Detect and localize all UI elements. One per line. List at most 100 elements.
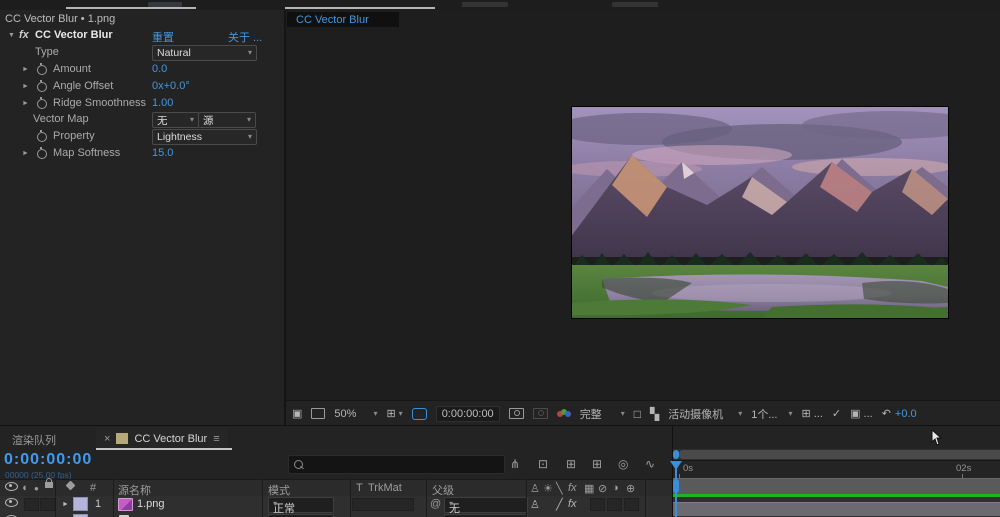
ellipsis: ... [863, 407, 873, 420]
stopwatch-icon[interactable] [37, 80, 47, 92]
vector-map-source-value: 源 [203, 114, 214, 127]
graph-editor-button[interactable]: ∿ [645, 457, 655, 471]
view-layout-dropdown[interactable]: 1个... ▾ [751, 406, 792, 422]
comp-flowchart-button[interactable]: ⋔ [510, 457, 520, 471]
layer-visibility-toggle[interactable] [5, 498, 18, 507]
viewer-toolbar: ▣ 50% ▾ ⊞ ▾ 0:00:00:00 完整 ▾ □ ▚ 活动摄像机 ▾ … [286, 400, 1000, 426]
after-effects-window: CC Vector Blur • 1.png ▼ fx CC Vector Bl… [0, 0, 1000, 517]
composition-tab[interactable]: CC Vector Blur [287, 12, 399, 27]
number-column: # [90, 482, 97, 494]
about-effect-link[interactable]: 关于 ... [228, 29, 262, 45]
exposure-value[interactable]: +0.0 [895, 408, 917, 420]
playhead-grip[interactable] [673, 479, 679, 493]
playhead-handle[interactable] [670, 461, 682, 470]
snapshot-button[interactable] [508, 408, 524, 419]
camera-view-dropdown[interactable]: 活动摄像机 ▾ [668, 406, 742, 422]
angle-offset-value[interactable]: 0x+0.0° [152, 80, 190, 92]
trkmat-cell[interactable] [352, 498, 414, 511]
layer-row[interactable]: ► 1 1.png 正常 ▾ @ 无 ▾ ♙ ╱ fx [0, 496, 672, 515]
grid-guides-button[interactable]: ⊞ ▾ [386, 407, 402, 420]
stopwatch-icon[interactable] [37, 97, 47, 109]
trkmat-column[interactable]: TrkMat [368, 482, 402, 494]
timeline-panel: 渲染队列 × CC Vector Blur ≡ 0:00:00:00 00000… [0, 425, 1000, 517]
stopwatch-icon[interactable] [37, 130, 47, 142]
fast-previews-button[interactable]: ✓ [832, 407, 841, 420]
motion-blur-cell[interactable] [607, 498, 622, 511]
layer-label-chip[interactable] [73, 497, 88, 511]
primary-monitor-icon[interactable] [311, 408, 326, 419]
timeline-search-input[interactable] [288, 455, 505, 474]
close-icon[interactable]: × [104, 433, 110, 445]
timeline-ruler-button[interactable]: ▣ ... [850, 407, 873, 421]
param-expander[interactable]: ► [22, 66, 29, 73]
channels-button[interactable] [556, 408, 571, 419]
layer-name[interactable]: 1.png [137, 498, 165, 510]
threed-cell[interactable] [624, 498, 639, 511]
time-navigator-bar[interactable] [679, 450, 1000, 459]
amount-value[interactable]: 0.0 [152, 63, 167, 75]
current-time-display[interactable]: 0:00:00:00 [4, 451, 92, 469]
motion-blur-button[interactable]: ◎ [618, 457, 628, 471]
parent-dropdown[interactable]: 无 ▾ [444, 497, 528, 515]
preserve-transparency-column[interactable]: T [356, 482, 363, 494]
work-area-bar[interactable] [673, 478, 1000, 495]
composition-viewer-panel: CC Vector Blur [286, 10, 1000, 400]
stopwatch-icon[interactable] [37, 147, 47, 159]
layer-duration-bar[interactable] [673, 502, 1000, 516]
region-of-interest-button[interactable]: □ [634, 407, 641, 421]
type-dropdown[interactable]: Natural ▾ [152, 45, 257, 61]
grid-icon: ⊞ [386, 408, 396, 420]
frame-blend-column-icon: ▦ [584, 483, 595, 495]
layer-quality-switch[interactable]: ╱ [556, 498, 563, 511]
timeline-tab-underline [96, 448, 232, 450]
effect-collapse-arrow[interactable]: ▼ [8, 32, 15, 39]
layer-track-area[interactable] [673, 497, 1000, 517]
layer-fx-switch[interactable]: fx [568, 498, 577, 510]
vector-map-layer-dropdown[interactable]: 无 ▾ [152, 112, 199, 128]
param-expander[interactable]: ► [22, 150, 29, 157]
panel-menu-icon[interactable]: ≡ [213, 433, 219, 445]
param-expander[interactable]: ► [22, 100, 29, 107]
reset-effect-link[interactable]: 重置 [152, 29, 174, 45]
chevron-down-icon: ▾ [738, 408, 743, 418]
property-dropdown[interactable]: Lightness ▾ [152, 129, 257, 145]
column-separator [350, 479, 351, 517]
reset-exposure-icon[interactable]: ↶ [882, 407, 891, 420]
layer-expander[interactable]: ► [62, 501, 69, 508]
show-snapshot-button[interactable] [532, 408, 548, 419]
always-preview-icon[interactable]: ▣ [292, 407, 302, 420]
hide-shy-layers-button[interactable]: ⊞ [566, 457, 576, 471]
layer-index: 1 [95, 498, 102, 510]
pixel-aspect-button[interactable]: ⊞ ... [802, 407, 823, 421]
stopwatch-icon[interactable] [37, 63, 47, 75]
time-navigator-track[interactable] [673, 449, 1000, 460]
transparency-grid-button[interactable]: ▚ [650, 407, 659, 421]
param-expander[interactable]: ► [22, 83, 29, 90]
chevron-down-icon: ▾ [273, 499, 278, 508]
resolution-value: 完整 [579, 408, 602, 421]
time-ruler[interactable]: 0s 02s [673, 460, 1000, 479]
navigator-start-handle[interactable] [673, 450, 679, 459]
vector-map-layer-value: 无 [157, 114, 168, 127]
audio-toggle-cell[interactable] [24, 498, 39, 511]
layer-shy-switch[interactable]: ♙ [530, 498, 540, 511]
threed-column-icon: ⊕ [626, 483, 636, 495]
pickwhip-icon[interactable]: @ [430, 498, 441, 510]
tab-render-queue[interactable]: 渲染队列 [12, 432, 56, 448]
layer-row-partial[interactable] [0, 513, 672, 517]
composition-image[interactable] [571, 106, 949, 319]
solo-toggle-cell[interactable] [40, 498, 55, 511]
map-softness-value[interactable]: 15.0 [152, 147, 173, 159]
magnification-dropdown[interactable]: 50% ▾ [334, 408, 377, 420]
vector-map-source-dropdown[interactable]: 源 ▾ [198, 112, 256, 128]
resolution-dropdown[interactable]: 完整 ▾ [580, 406, 625, 422]
frame-blending-button[interactable]: ⊞ [592, 457, 602, 471]
ridge-smoothness-value[interactable]: 1.00 [152, 97, 173, 109]
draft-3d-button[interactable]: ⊡ [538, 457, 548, 471]
tab-composition-timeline[interactable]: × CC Vector Blur ≡ [96, 427, 228, 450]
ellipsis: ... [813, 407, 823, 420]
mask-visibility-button[interactable] [411, 407, 427, 420]
blend-mode-dropdown[interactable]: 正常 ▾ [268, 497, 334, 515]
viewer-timecode[interactable]: 0:00:00:00 [435, 405, 500, 422]
frame-blend-cell[interactable] [590, 498, 605, 511]
